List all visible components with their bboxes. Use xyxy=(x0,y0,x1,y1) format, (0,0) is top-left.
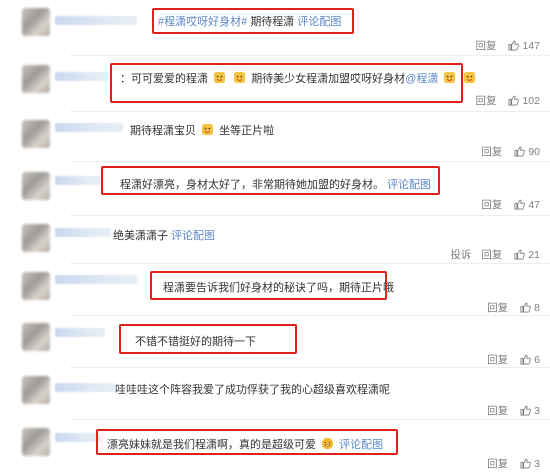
thumbs-up-icon xyxy=(514,199,526,210)
highlight-box xyxy=(119,324,297,354)
avatar[interactable] xyxy=(22,376,50,404)
like-button[interactable]: 47 xyxy=(514,199,540,211)
thumbs-up-icon xyxy=(508,95,520,106)
highlight-box xyxy=(96,429,398,455)
avatar[interactable] xyxy=(22,8,50,36)
like-count: 90 xyxy=(528,145,540,158)
like-button[interactable]: 147 xyxy=(508,40,540,52)
thumbs-up-icon xyxy=(520,302,531,313)
reply-button[interactable]: 回复 xyxy=(481,247,502,262)
avatar[interactable] xyxy=(22,272,50,300)
like-count: 21 xyxy=(528,248,540,261)
comment-body: 绝美潇潇子 xyxy=(113,230,168,242)
thumbs-up-icon xyxy=(520,458,531,469)
username[interactable] xyxy=(55,16,137,25)
highlight-box xyxy=(150,271,387,300)
avatar[interactable] xyxy=(22,323,50,351)
thumbs-up-icon xyxy=(514,146,526,157)
like-count: 3 xyxy=(534,404,540,417)
comment-actions: 回复 90 xyxy=(471,144,540,159)
comment-actions: 回复 47 xyxy=(471,197,540,212)
comment-actions: 回复 147 xyxy=(465,38,540,53)
reply-button[interactable]: 回复 xyxy=(481,144,502,159)
cute-face-emoji-icon xyxy=(464,71,476,84)
comment-text: 绝美潇潇子 评论配图 xyxy=(113,227,215,243)
username[interactable] xyxy=(55,275,137,284)
comment-row: #程潇哎呀好身材# 期待程潇 评论配图 回复 147 xyxy=(0,0,550,56)
avatar[interactable] xyxy=(22,224,50,252)
comment-row: 哇哇哇这个阵容我爱了成功俘获了我的心超级喜欢程潇呢 回复 3 xyxy=(0,368,550,420)
like-count: 102 xyxy=(522,94,540,107)
comment-row: 程潇要告诉我们好身材的秘诀了吗，期待正片哦 回复 8 xyxy=(0,264,550,316)
comment-row: 绝美潇潇子 评论配图 投诉 回复 21 xyxy=(0,216,550,264)
like-button[interactable]: 8 xyxy=(520,302,540,314)
comment-actions: 回复 3 xyxy=(477,456,540,471)
highlight-box xyxy=(110,63,463,103)
username[interactable] xyxy=(55,176,101,185)
reply-button[interactable]: 回复 xyxy=(475,38,496,53)
comment-row: ：可可爱爱的程潇 期待美少女程潇加盟哎呀好身材@程潇 回复 102 xyxy=(0,56,550,112)
comment-body: 期待程潇宝贝 xyxy=(130,125,196,137)
like-button[interactable]: 3 xyxy=(520,458,540,470)
username[interactable] xyxy=(55,123,123,132)
like-button[interactable]: 3 xyxy=(520,405,540,417)
thumbs-up-icon xyxy=(508,40,520,51)
username[interactable] xyxy=(55,433,101,442)
reply-button[interactable]: 回复 xyxy=(487,352,508,367)
like-count: 147 xyxy=(522,39,540,52)
comment-row: 漂亮妹妹就是我们程潇啊，真的是超级可爱 评论配图 回复 3 xyxy=(0,420,550,473)
like-button[interactable]: 102 xyxy=(508,95,540,107)
reply-button[interactable]: 回复 xyxy=(481,197,502,212)
username[interactable] xyxy=(55,228,111,237)
like-count: 3 xyxy=(534,457,540,470)
avatar[interactable] xyxy=(22,120,50,148)
comment-picture-link[interactable]: 评论配图 xyxy=(171,230,215,242)
comment-actions: 回复 3 xyxy=(477,403,540,418)
like-count: 8 xyxy=(534,301,540,314)
thumbs-up-icon xyxy=(520,354,531,365)
like-button[interactable]: 21 xyxy=(514,249,540,261)
username[interactable] xyxy=(55,328,105,337)
thumbs-up-icon xyxy=(520,405,531,416)
report-button[interactable]: 投诉 xyxy=(450,247,471,262)
like-count: 6 xyxy=(534,353,540,366)
username[interactable] xyxy=(55,383,115,392)
highlight-box xyxy=(101,166,440,195)
avatar[interactable] xyxy=(22,65,50,93)
highlight-box xyxy=(152,8,354,34)
cute-face-emoji-icon xyxy=(201,123,214,136)
comment-row: 期待程潇宝贝 坐等正片啦 回复 90 xyxy=(0,112,550,162)
avatar[interactable] xyxy=(22,428,50,456)
comment-body: 哇哇哇这个阵容我爱了成功俘获了我的心超级喜欢程潇呢 xyxy=(115,384,390,396)
comment-row: 程潇好漂亮，身材太好了，非常期待她加盟的好身材。 评论配图 回复 47 xyxy=(0,162,550,216)
avatar[interactable] xyxy=(22,172,50,200)
comment-body: 坐等正片啦 xyxy=(219,125,275,137)
comment-text: 期待程潇宝贝 坐等正片啦 xyxy=(130,122,274,138)
comment-actions: 回复 102 xyxy=(465,93,540,108)
reply-button[interactable]: 回复 xyxy=(487,403,508,418)
reply-button[interactable]: 回复 xyxy=(487,300,508,315)
comment-text: 哇哇哇这个阵容我爱了成功俘获了我的心超级喜欢程潇呢 xyxy=(115,381,390,397)
like-button[interactable]: 6 xyxy=(520,354,540,366)
reply-button[interactable]: 回复 xyxy=(475,93,496,108)
comment-actions: 回复 8 xyxy=(477,300,540,315)
comment-actions: 投诉 回复 21 xyxy=(440,247,540,262)
like-count: 47 xyxy=(528,198,540,211)
username[interactable] xyxy=(55,72,109,81)
comment-row: 不错不错挺好的期待一下 回复 6 xyxy=(0,316,550,368)
thumbs-up-icon xyxy=(514,249,526,260)
like-button[interactable]: 90 xyxy=(514,146,540,158)
comment-actions: 回复 6 xyxy=(477,352,540,367)
reply-button[interactable]: 回复 xyxy=(487,456,508,471)
